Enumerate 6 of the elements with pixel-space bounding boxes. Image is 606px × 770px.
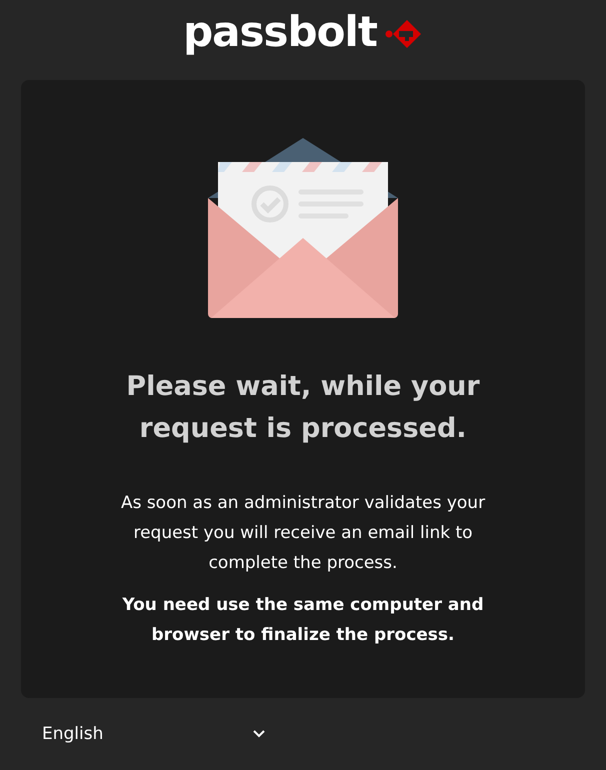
status-heading: Please wait, while your request is processed. xyxy=(125,370,481,446)
info-text: As soon as an administrator validates your request you will receive an email link to complete the process. xyxy=(120,492,486,575)
language-select[interactable]: English xyxy=(28,720,280,748)
logo-text: passbolt xyxy=(183,11,377,53)
chevron-icon xyxy=(252,729,266,739)
note-text: You need use the same computer and browser to finalize the process. xyxy=(121,594,485,647)
